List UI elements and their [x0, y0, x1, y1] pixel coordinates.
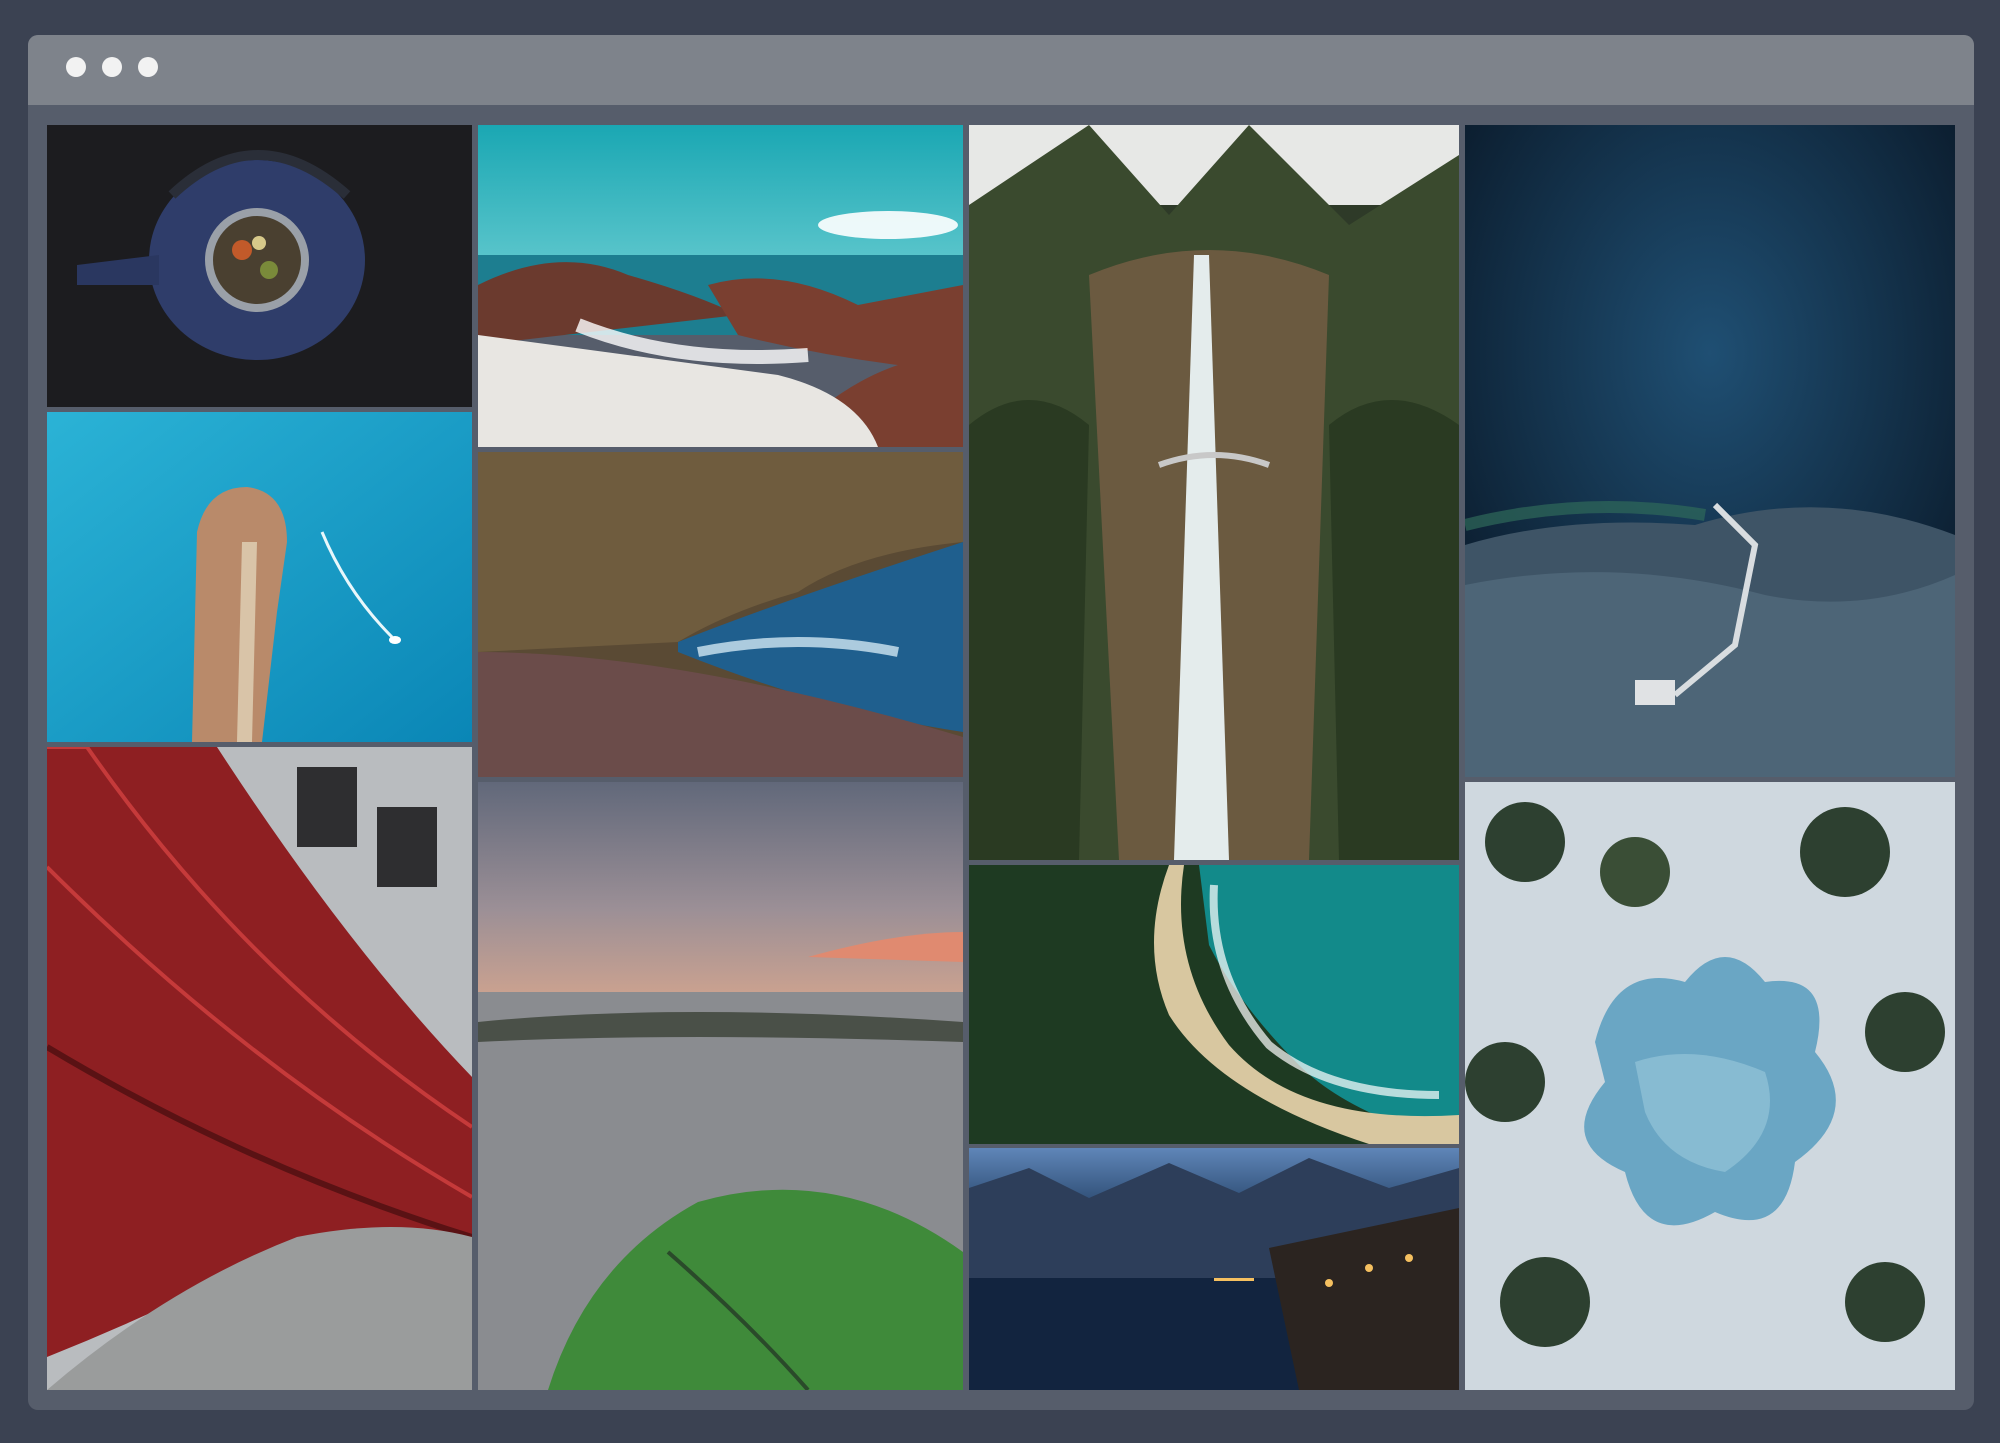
photo-red-building[interactable] — [47, 747, 472, 1390]
window-control-dot-2[interactable] — [102, 57, 122, 77]
browser-window — [28, 35, 1974, 1410]
photo-lake-village[interactable] — [969, 1148, 1459, 1390]
photo-waterfall[interactable] — [969, 125, 1459, 860]
photo-pier-aerial[interactable] — [47, 412, 472, 742]
window-control-dot-3[interactable] — [138, 57, 158, 77]
photo-beach-aerial[interactable] — [969, 865, 1459, 1144]
window-control-dot-1[interactable] — [66, 57, 86, 77]
title-bar — [28, 35, 1974, 105]
photo-rocky-beach[interactable] — [478, 125, 963, 447]
photo-sea-cliffs[interactable] — [478, 452, 963, 777]
photo-teapot[interactable] — [47, 125, 472, 407]
photo-coast-sunset[interactable] — [478, 782, 963, 1390]
photo-deep-ocean-rock[interactable] — [1465, 125, 1955, 777]
photo-frozen-pond[interactable] — [1465, 782, 1955, 1390]
